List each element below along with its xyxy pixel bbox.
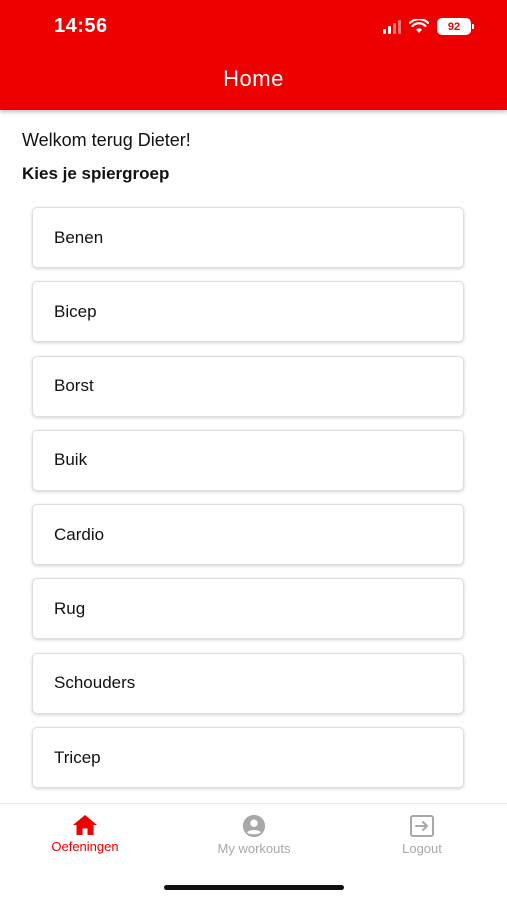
muscle-group-item-schouders[interactable]: Schouders (32, 652, 464, 714)
tab-label: Logout (402, 841, 442, 856)
section-title: Kies je spiergroep (22, 164, 170, 183)
muscle-group-list: Benen Bicep Borst Buik Cardio Rug Schoud… (32, 207, 464, 801)
muscle-group-item-bicep[interactable]: Bicep (32, 281, 464, 343)
muscle-group-item-tricep[interactable]: Tricep (32, 727, 464, 789)
home-icon (73, 815, 97, 835)
tab-oefeningen[interactable]: Oefeningen (20, 814, 150, 854)
welcome-message: Welkom terug Dieter! (22, 130, 191, 150)
battery-icon: 92 (437, 18, 474, 35)
home-indicator (164, 885, 344, 890)
status-time: 14:56 (54, 15, 108, 37)
cellular-signal-icon (383, 19, 401, 34)
tab-logout[interactable]: Logout (357, 814, 487, 856)
logout-icon (410, 815, 434, 837)
muscle-group-item-benen[interactable]: Benen (32, 207, 464, 268)
status-indicators: 92 (383, 18, 474, 35)
muscle-group-item-rug[interactable]: Rug (32, 578, 464, 640)
page-title: Home (223, 66, 284, 91)
tab-my-workouts[interactable]: My workouts (189, 814, 319, 856)
account-circle-icon (242, 814, 266, 838)
app-header: 14:56 92 Home (0, 0, 507, 110)
wifi-icon (409, 19, 429, 33)
tab-label: My workouts (217, 841, 291, 856)
muscle-group-item-buik[interactable]: Buik (32, 429, 464, 491)
muscle-group-item-cardio[interactable]: Cardio (32, 504, 464, 566)
tab-label: Oefeningen (51, 839, 119, 854)
muscle-group-item-borst[interactable]: Borst (32, 355, 464, 417)
